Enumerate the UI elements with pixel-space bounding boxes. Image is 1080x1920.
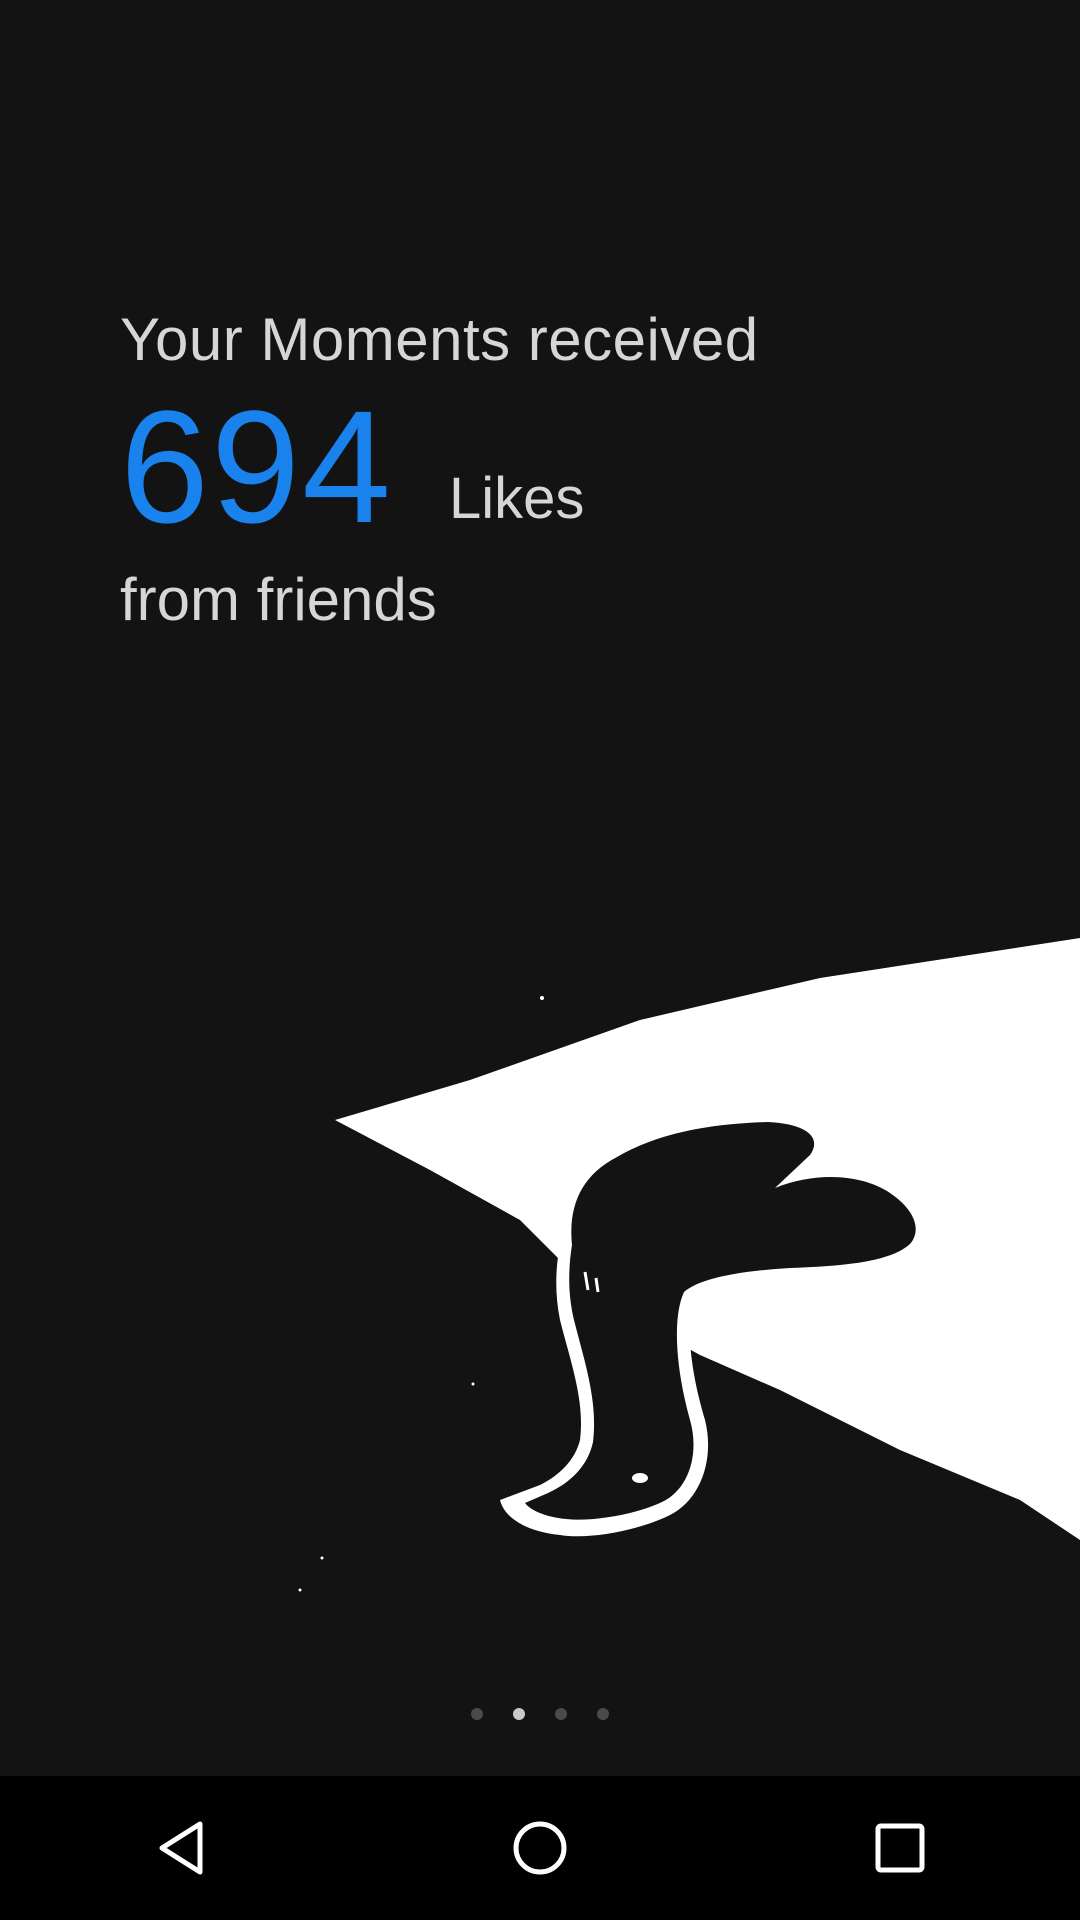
page-dot bbox=[597, 1708, 609, 1720]
home-button[interactable] bbox=[470, 1788, 610, 1908]
likes-unit: Likes bbox=[448, 466, 585, 531]
snake-eye bbox=[632, 1473, 648, 1483]
recents-icon bbox=[875, 1823, 925, 1873]
snake-illustration bbox=[298, 938, 1080, 1592]
speckle bbox=[298, 1588, 302, 1592]
summary-outro: from friends bbox=[120, 566, 437, 633]
page-dot bbox=[513, 1708, 525, 1720]
recents-button[interactable] bbox=[830, 1788, 970, 1908]
moments-summary-screen[interactable]: Your Moments received 694 Likes from fri… bbox=[0, 0, 1080, 1920]
summary-count-row: 694 Likes bbox=[120, 377, 759, 556]
speckle bbox=[471, 1382, 475, 1386]
likes-count: 694 bbox=[120, 377, 393, 556]
system-navigation-bar bbox=[0, 1776, 1080, 1920]
speckle bbox=[540, 996, 544, 1000]
page-indicator bbox=[0, 1708, 1080, 1720]
speckle bbox=[320, 1556, 324, 1560]
likes-summary: Your Moments received 694 Likes from fri… bbox=[120, 300, 759, 640]
page-dot bbox=[555, 1708, 567, 1720]
page-dot bbox=[471, 1708, 483, 1720]
back-icon bbox=[159, 1821, 203, 1875]
back-button[interactable] bbox=[110, 1788, 250, 1908]
home-icon bbox=[513, 1821, 567, 1875]
summary-intro: Your Moments received bbox=[120, 306, 759, 373]
